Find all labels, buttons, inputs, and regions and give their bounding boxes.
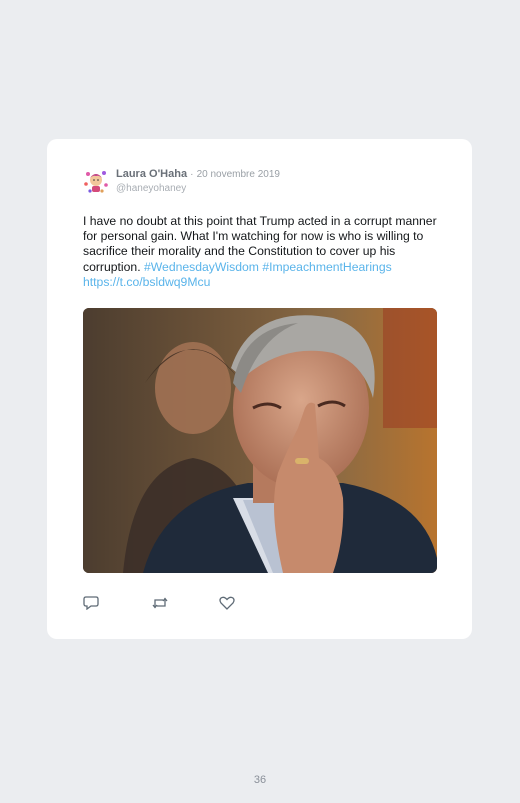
tweet-header: Laura O'Haha · 20 novembre 2019 @haneyoh… [83, 168, 280, 195]
tweet-date[interactable]: 20 novembre 2019 [197, 169, 280, 180]
tweet-media[interactable] [83, 308, 437, 573]
page-number: 36 [253, 774, 267, 786]
tweet-text: I have no doubt at this point that Trump… [83, 214, 438, 290]
hashtag-link[interactable]: #ImpeachmentHearings [262, 260, 391, 274]
retweet-icon[interactable] [151, 596, 168, 610]
author-handle[interactable]: @haneyohaney [116, 183, 280, 195]
tweet-url-link[interactable]: https://t.co/bsldwq9Mcu [83, 275, 210, 289]
hashtag-link[interactable]: #WednesdayWisdom [144, 260, 259, 274]
tweet-card: Laura O'Haha · 20 novembre 2019 @haneyoh… [47, 139, 472, 639]
author-name[interactable]: Laura O'Haha [116, 168, 187, 180]
avatar[interactable] [83, 168, 109, 194]
tweet-separator: · [190, 169, 194, 180]
reply-icon[interactable] [83, 596, 99, 611]
heart-icon[interactable] [219, 596, 235, 610]
